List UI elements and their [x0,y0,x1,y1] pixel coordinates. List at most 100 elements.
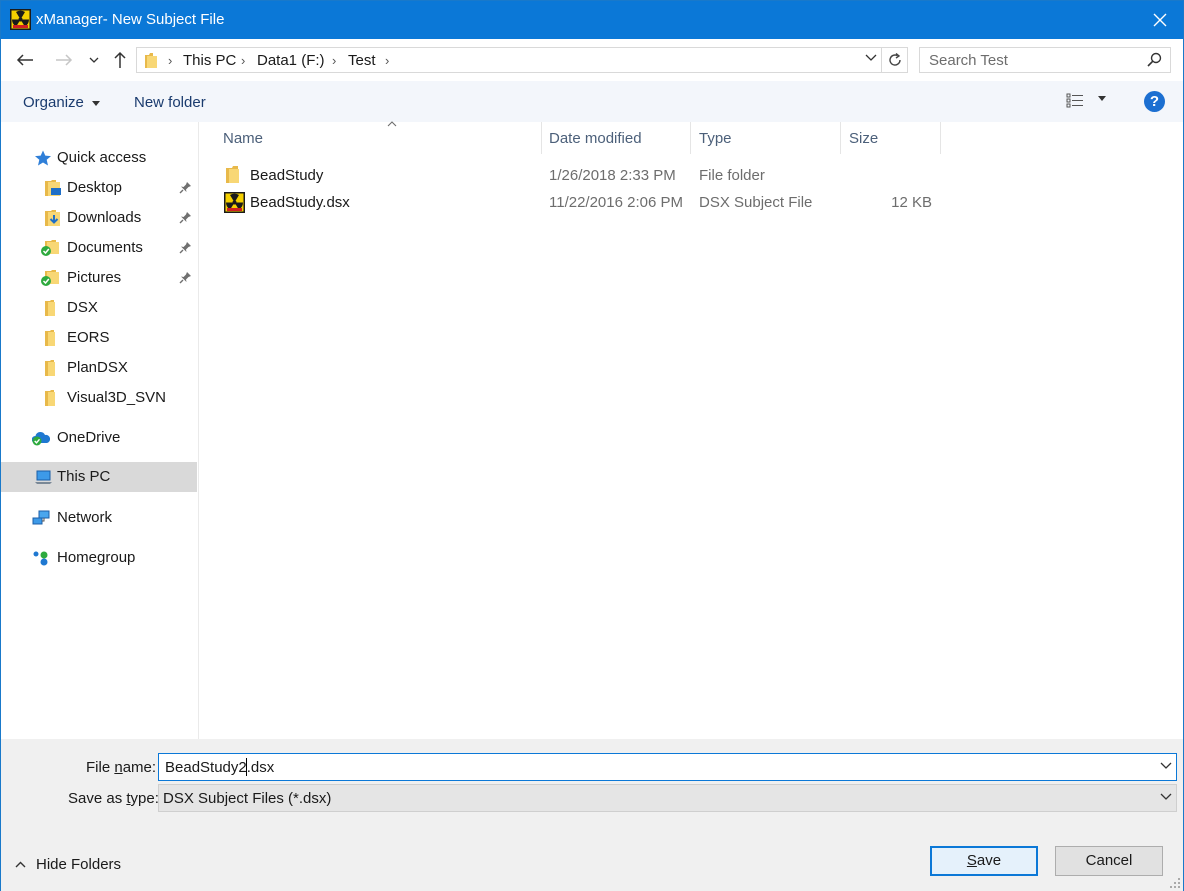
folder-icon [45,330,55,346]
folder-icon [45,390,55,406]
nav-label: Quick access [57,149,147,166]
forward-button[interactable] [53,49,75,71]
organize-button[interactable]: Organize [23,94,101,111]
nav-network[interactable]: Network [1,503,197,533]
recent-locations-button[interactable] [84,49,104,71]
search-placeholder: Search Test [929,52,1008,69]
help-button[interactable]: ? [1144,91,1165,112]
homegroup-icon [33,551,48,566]
chevron-down-icon[interactable] [865,54,877,62]
file-date: 11/22/2016 2:06 PM [549,194,683,211]
folder-icon [145,53,157,68]
label-text: Save as [68,790,127,807]
back-button[interactable] [14,49,36,71]
label-accelerator: n [114,759,123,776]
address-bar[interactable]: › This PC › Data1 (F:) › Test › [136,47,882,73]
save-accelerator: S [966,852,977,869]
organize-label: Organize [23,94,84,111]
nav-homegroup[interactable]: Homegroup [1,543,197,573]
nav-downloads[interactable]: Downloads [1,203,197,233]
nav-eors[interactable]: EORS [1,323,197,353]
save-file-dialog: xManager- New Subject File › This PC › D… [0,0,1184,891]
file-row[interactable]: BeadStudy.dsx 11/22/2016 2:06 PM DSX Sub… [220,190,940,216]
dsx-file-radiation-icon [224,192,245,213]
save-button[interactable]: Save [930,846,1038,876]
close-icon [1153,13,1167,27]
resize-grip-icon[interactable] [1169,877,1181,889]
nav-desktop[interactable]: Desktop [1,173,197,203]
network-icon [32,510,50,525]
pin-icon[interactable] [179,271,192,284]
close-button[interactable] [1137,1,1183,39]
folder-icon [226,166,239,183]
title-bar: xManager- New Subject File [1,1,1183,39]
refresh-button[interactable] [882,47,908,73]
nav-quick-access[interactable]: Quick access [1,143,197,173]
file-list: Name Date modified Type Size BeadStudy 1… [200,121,1183,739]
breadcrumb-data1[interactable]: Data1 (F:) [257,52,325,69]
nav-dsx[interactable]: DSX [1,293,197,323]
refresh-icon [888,53,901,66]
nav-visual3d-svn[interactable]: Visual3D_SVN [1,383,197,413]
column-header-type[interactable]: Type [691,122,841,154]
up-button[interactable] [109,49,131,71]
nav-label: This PC [57,468,111,485]
nav-this-pc[interactable]: This PC [1,462,197,492]
file-date: 1/26/2018 2:33 PM [549,167,676,184]
pin-icon[interactable] [179,211,192,224]
search-input[interactable]: Search Test [919,47,1171,73]
breadcrumb-separator-icon: › [168,53,173,68]
file-name: BeadStudy [250,167,324,184]
nav-label: PlanDSX [67,359,128,376]
save-type-select[interactable]: DSX Subject Files (*.dsx) [158,784,1177,812]
desktop-folder-icon [45,180,61,196]
breadcrumb-test[interactable]: Test [348,52,376,69]
file-type: DSX Subject File [699,194,813,211]
file-row[interactable]: BeadStudy 1/26/2018 2:33 PM File folder [220,163,940,189]
search-icon [1147,52,1162,67]
command-bar: Organize New folder ? [1,81,1183,122]
file-name: BeadStudy.dsx [250,194,350,211]
nav-documents[interactable]: Documents [1,233,197,263]
nav-pictures[interactable]: Pictures [1,263,197,293]
chevron-down-icon [89,57,99,63]
caret-down-icon[interactable] [1098,96,1106,101]
nav-label: OneDrive [57,429,121,446]
folder-icon [45,300,55,316]
cancel-button[interactable]: Cancel [1055,846,1163,876]
column-header-date[interactable]: Date modified [541,122,691,154]
view-options-icon[interactable] [1066,93,1084,109]
hide-folders-label: Hide Folders [36,856,122,873]
label-text: ame: [122,759,157,776]
new-folder-button[interactable]: New folder [134,94,206,111]
pictures-sync-icon [41,270,59,286]
file-name-label: File name: [86,759,156,776]
arrow-left-icon [16,54,33,66]
label-text: File [86,759,115,776]
nav-plandsx[interactable]: PlanDSX [1,353,197,383]
nav-label: DSX [67,299,98,316]
downloads-folder-icon [45,210,60,226]
chevron-down-icon [1160,793,1172,800]
navigation-pane: Quick access Desktop Downloads Documents… [1,122,199,739]
file-name-input[interactable]: BeadStudy2.dsx [158,753,1177,781]
breadcrumb-this-pc[interactable]: This PC [183,52,236,69]
caret-down-icon [92,100,101,106]
column-header-size[interactable]: Size [841,122,941,154]
pin-icon[interactable] [179,181,192,194]
nav-onedrive[interactable]: OneDrive [1,423,197,453]
nav-label: EORS [67,329,110,346]
pin-icon[interactable] [179,241,192,254]
column-header-name[interactable]: Name [215,121,542,154]
documents-sync-icon [41,240,59,256]
file-type: File folder [699,167,765,184]
window-title: xManager- New Subject File [36,11,225,28]
nav-label: Downloads [67,209,142,226]
nav-label: Documents [67,239,143,256]
nav-label: Network [57,509,113,526]
chevron-down-icon[interactable] [1160,762,1172,770]
nav-label: Desktop [67,179,123,196]
arrow-up-icon [114,51,126,68]
breadcrumb-separator-icon: › [241,53,246,68]
nav-label: Pictures [67,269,122,286]
